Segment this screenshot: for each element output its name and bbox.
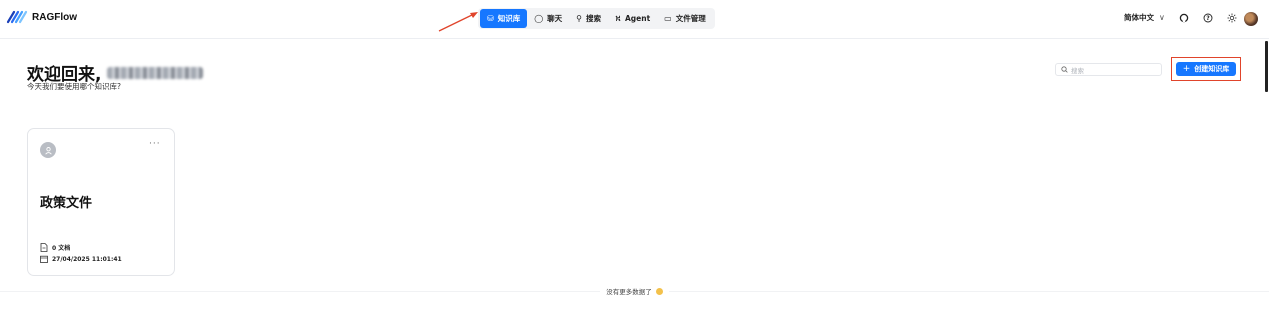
no-more-text: 没有更多数据了 <box>606 288 652 296</box>
card-avatar <box>40 142 56 158</box>
chevron-down-icon: ∨ <box>1159 13 1165 22</box>
language-label: 简体中文 <box>1124 13 1154 22</box>
nav-item-file-management[interactable]: ▭ 文件管理 <box>657 9 713 28</box>
top-navigation-bar: RAGFlow ⛁ 知识库 ◯ 聊天 ⚲ 搜索 ⛕ Agent ▭ 文件管理 简… <box>0 0 1269 39</box>
user-icon <box>44 146 52 155</box>
ragflow-logo-icon <box>6 10 28 24</box>
search-placeholder: 搜索 <box>1071 66 1084 75</box>
nav-item-agent[interactable]: ⛕ Agent <box>608 9 657 28</box>
search-icon: ⚲ <box>576 13 583 23</box>
create-knowledge-base-button[interactable]: + 创建知识库 <box>1176 62 1236 76</box>
nav-item-search[interactable]: ⚲ 搜索 <box>569 9 608 28</box>
annotation-arrow-icon <box>438 12 478 32</box>
folder-icon: ▭ <box>664 13 672 23</box>
knowledge-base-search-input[interactable]: 搜索 <box>1055 63 1162 76</box>
database-icon: ⛁ <box>487 13 494 23</box>
welcome-subtitle: 今天我们要使用哪个知识库? <box>27 82 121 91</box>
agent-icon: ⛕ <box>615 13 621 23</box>
github-icon[interactable] <box>1179 13 1189 23</box>
emoji-icon <box>655 288 663 295</box>
more-options-icon[interactable]: ··· <box>149 139 161 149</box>
scrollbar[interactable] <box>1265 41 1268 92</box>
doc-count-text: 0 文档 <box>52 245 71 252</box>
blurred-username <box>107 66 204 79</box>
user-avatar[interactable] <box>1244 12 1258 26</box>
app-name: RAGFlow <box>32 11 77 23</box>
nav-label: 知识库 <box>497 14 521 23</box>
chat-icon: ◯ <box>534 13 544 23</box>
theme-sun-icon[interactable] <box>1227 13 1237 23</box>
nav-label: 搜索 <box>586 14 602 23</box>
language-selector[interactable]: 简体中文 ∨ <box>1124 12 1165 23</box>
no-more-data-indicator: 没有更多数据了 <box>0 286 1269 296</box>
main-nav: ⛁ 知识库 ◯ 聊天 ⚲ 搜索 ⛕ Agent ▭ 文件管理 <box>478 8 715 29</box>
document-icon <box>40 243 48 252</box>
plus-icon: + <box>1182 63 1191 74</box>
card-date: 27/04/2025 11:01:41 <box>40 255 122 263</box>
nav-label: 聊天 <box>547 14 563 23</box>
create-button-label: 创建知识库 <box>1194 65 1230 73</box>
date-text: 27/04/2025 11:01:41 <box>52 255 122 263</box>
nav-label: 文件管理 <box>675 14 706 23</box>
card-doc-count: 0 文档 <box>40 243 70 252</box>
knowledge-base-card[interactable]: ··· 政策文件 0 文档 27/04/2025 11:01:41 <box>27 128 175 276</box>
header-tools: 简体中文 ∨ ? <box>1124 12 1237 23</box>
help-icon[interactable]: ? <box>1203 13 1213 23</box>
search-icon <box>1061 66 1068 73</box>
card-title: 政策文件 <box>40 196 93 211</box>
calendar-icon <box>40 255 48 263</box>
nav-item-knowledge-base[interactable]: ⛁ 知识库 <box>480 9 528 28</box>
app-logo[interactable]: RAGFlow <box>6 10 77 24</box>
nav-item-chat[interactable]: ◯ 聊天 <box>527 9 569 28</box>
annotation-highlight-box: + 创建知识库 <box>1171 57 1241 81</box>
nav-label: Agent <box>624 14 651 23</box>
svg-text:?: ? <box>1206 15 1210 22</box>
